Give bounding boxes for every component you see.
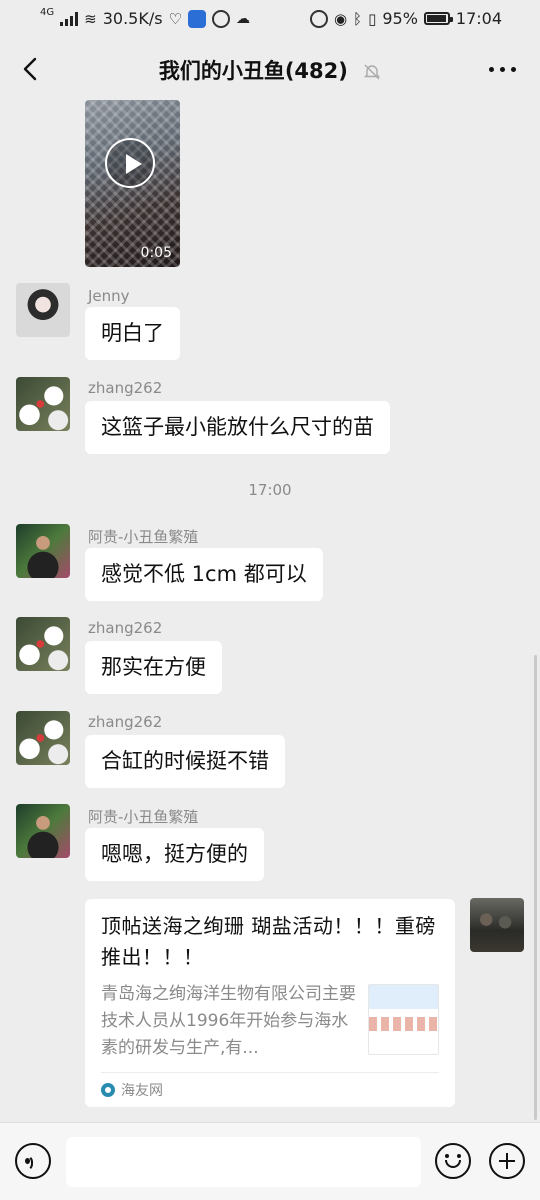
chat-title-wrap: 我们的小丑鱼(482) bbox=[0, 55, 540, 85]
chat-header: 我们的小丑鱼(482) bbox=[0, 38, 540, 100]
avatar[interactable] bbox=[16, 524, 70, 578]
message-input[interactable] bbox=[66, 1137, 421, 1187]
circle-notification-icon bbox=[212, 9, 230, 28]
avatar[interactable] bbox=[16, 804, 70, 858]
plus-icon[interactable] bbox=[489, 1143, 525, 1179]
avatar[interactable] bbox=[16, 617, 70, 671]
heart-icon: ♡ bbox=[168, 9, 182, 28]
message-bubble[interactable]: 这篮子最小能放什么尺寸的苗 bbox=[85, 401, 390, 454]
link-card-thumbnail bbox=[368, 984, 439, 1055]
avatar[interactable] bbox=[16, 283, 70, 337]
source-icon bbox=[101, 1083, 115, 1097]
sender-name: zhang262 bbox=[88, 379, 163, 397]
message-bubble[interactable]: 合缸的时候挺不错 bbox=[85, 735, 285, 788]
play-icon[interactable] bbox=[105, 138, 155, 188]
link-card-source-name: 海友网 bbox=[121, 1083, 163, 1099]
sender-name: 阿贵-小丑鱼繁殖 bbox=[88, 528, 199, 546]
clock: 17:04 bbox=[455, 9, 502, 28]
status-left: 4G ≋ 30.5K/s ♡ ☁ bbox=[40, 7, 250, 28]
message-bubble[interactable]: 明白了 bbox=[85, 307, 180, 360]
app-notification-icon bbox=[188, 9, 206, 28]
video-duration: 0:05 bbox=[140, 245, 172, 261]
sender-name: zhang262 bbox=[88, 619, 163, 637]
message-bubble[interactable]: 感觉不低 1cm 都可以 bbox=[85, 548, 323, 601]
sender-name: Jenny bbox=[88, 287, 130, 305]
sender-name: 阿贵-小丑鱼繁殖 bbox=[88, 808, 199, 826]
battery-icon bbox=[423, 12, 453, 25]
link-card-description: 青岛海之绚海洋生物有限公司主要技术人员从1996年开始参与海水素的研发与生产,有… bbox=[101, 984, 356, 1058]
bell-off-icon bbox=[363, 64, 381, 80]
wifi-icon: ≋ bbox=[84, 9, 97, 28]
chat-title: 我们的小丑鱼(482) bbox=[158, 59, 348, 83]
message-bubble[interactable]: 嗯嗯，挺方便的 bbox=[85, 828, 264, 881]
link-card-title: 顶帖送海之绚珊 瑚盐活动！！！重磅推出！！！ bbox=[101, 914, 436, 969]
sender-name: zhang262 bbox=[88, 713, 163, 731]
avatar[interactable] bbox=[16, 377, 70, 431]
signal-icon bbox=[60, 11, 79, 26]
more-dots-icon[interactable] bbox=[489, 67, 516, 72]
chat-messages[interactable]: 0:05 Jenny 明白了 zhang262 这篮子最小能放什么尺寸的苗 17… bbox=[0, 100, 540, 1122]
message-bubble[interactable]: 那实在方便 bbox=[85, 641, 222, 694]
network-type: 4G bbox=[40, 7, 55, 18]
status-bar: 4G ≋ 30.5K/s ♡ ☁ ◉ ᛒ ▯ 95% 17:04 bbox=[0, 0, 540, 38]
network-speed: 30.5K/s bbox=[102, 9, 163, 28]
input-bar bbox=[0, 1122, 540, 1200]
bluetooth-icon: ᛒ bbox=[353, 9, 363, 28]
status-right: ◉ ᛒ ▯ 95% 17:04 bbox=[309, 9, 502, 28]
nfc-icon bbox=[309, 9, 328, 28]
timestamp: 17:00 bbox=[248, 481, 292, 499]
emoji-icon[interactable] bbox=[435, 1143, 471, 1179]
video-message[interactable]: 0:05 bbox=[85, 100, 180, 267]
vibrate-icon: ▯ bbox=[368, 9, 377, 28]
link-card-source: 海友网 bbox=[101, 1080, 163, 1100]
link-card-divider bbox=[101, 1072, 439, 1073]
self-avatar[interactable] bbox=[470, 898, 524, 952]
link-card[interactable]: 顶帖送海之绚珊 瑚盐活动！！！重磅推出！！！ 青岛海之绚海洋生物有限公司主要技术… bbox=[85, 899, 455, 1107]
voice-icon[interactable] bbox=[15, 1143, 51, 1179]
avatar[interactable] bbox=[16, 711, 70, 765]
scrollbar[interactable] bbox=[534, 655, 537, 1120]
cloud-icon: ☁ bbox=[236, 10, 250, 27]
eye-icon: ◉ bbox=[333, 9, 348, 28]
battery-percent: 95% bbox=[382, 9, 418, 28]
